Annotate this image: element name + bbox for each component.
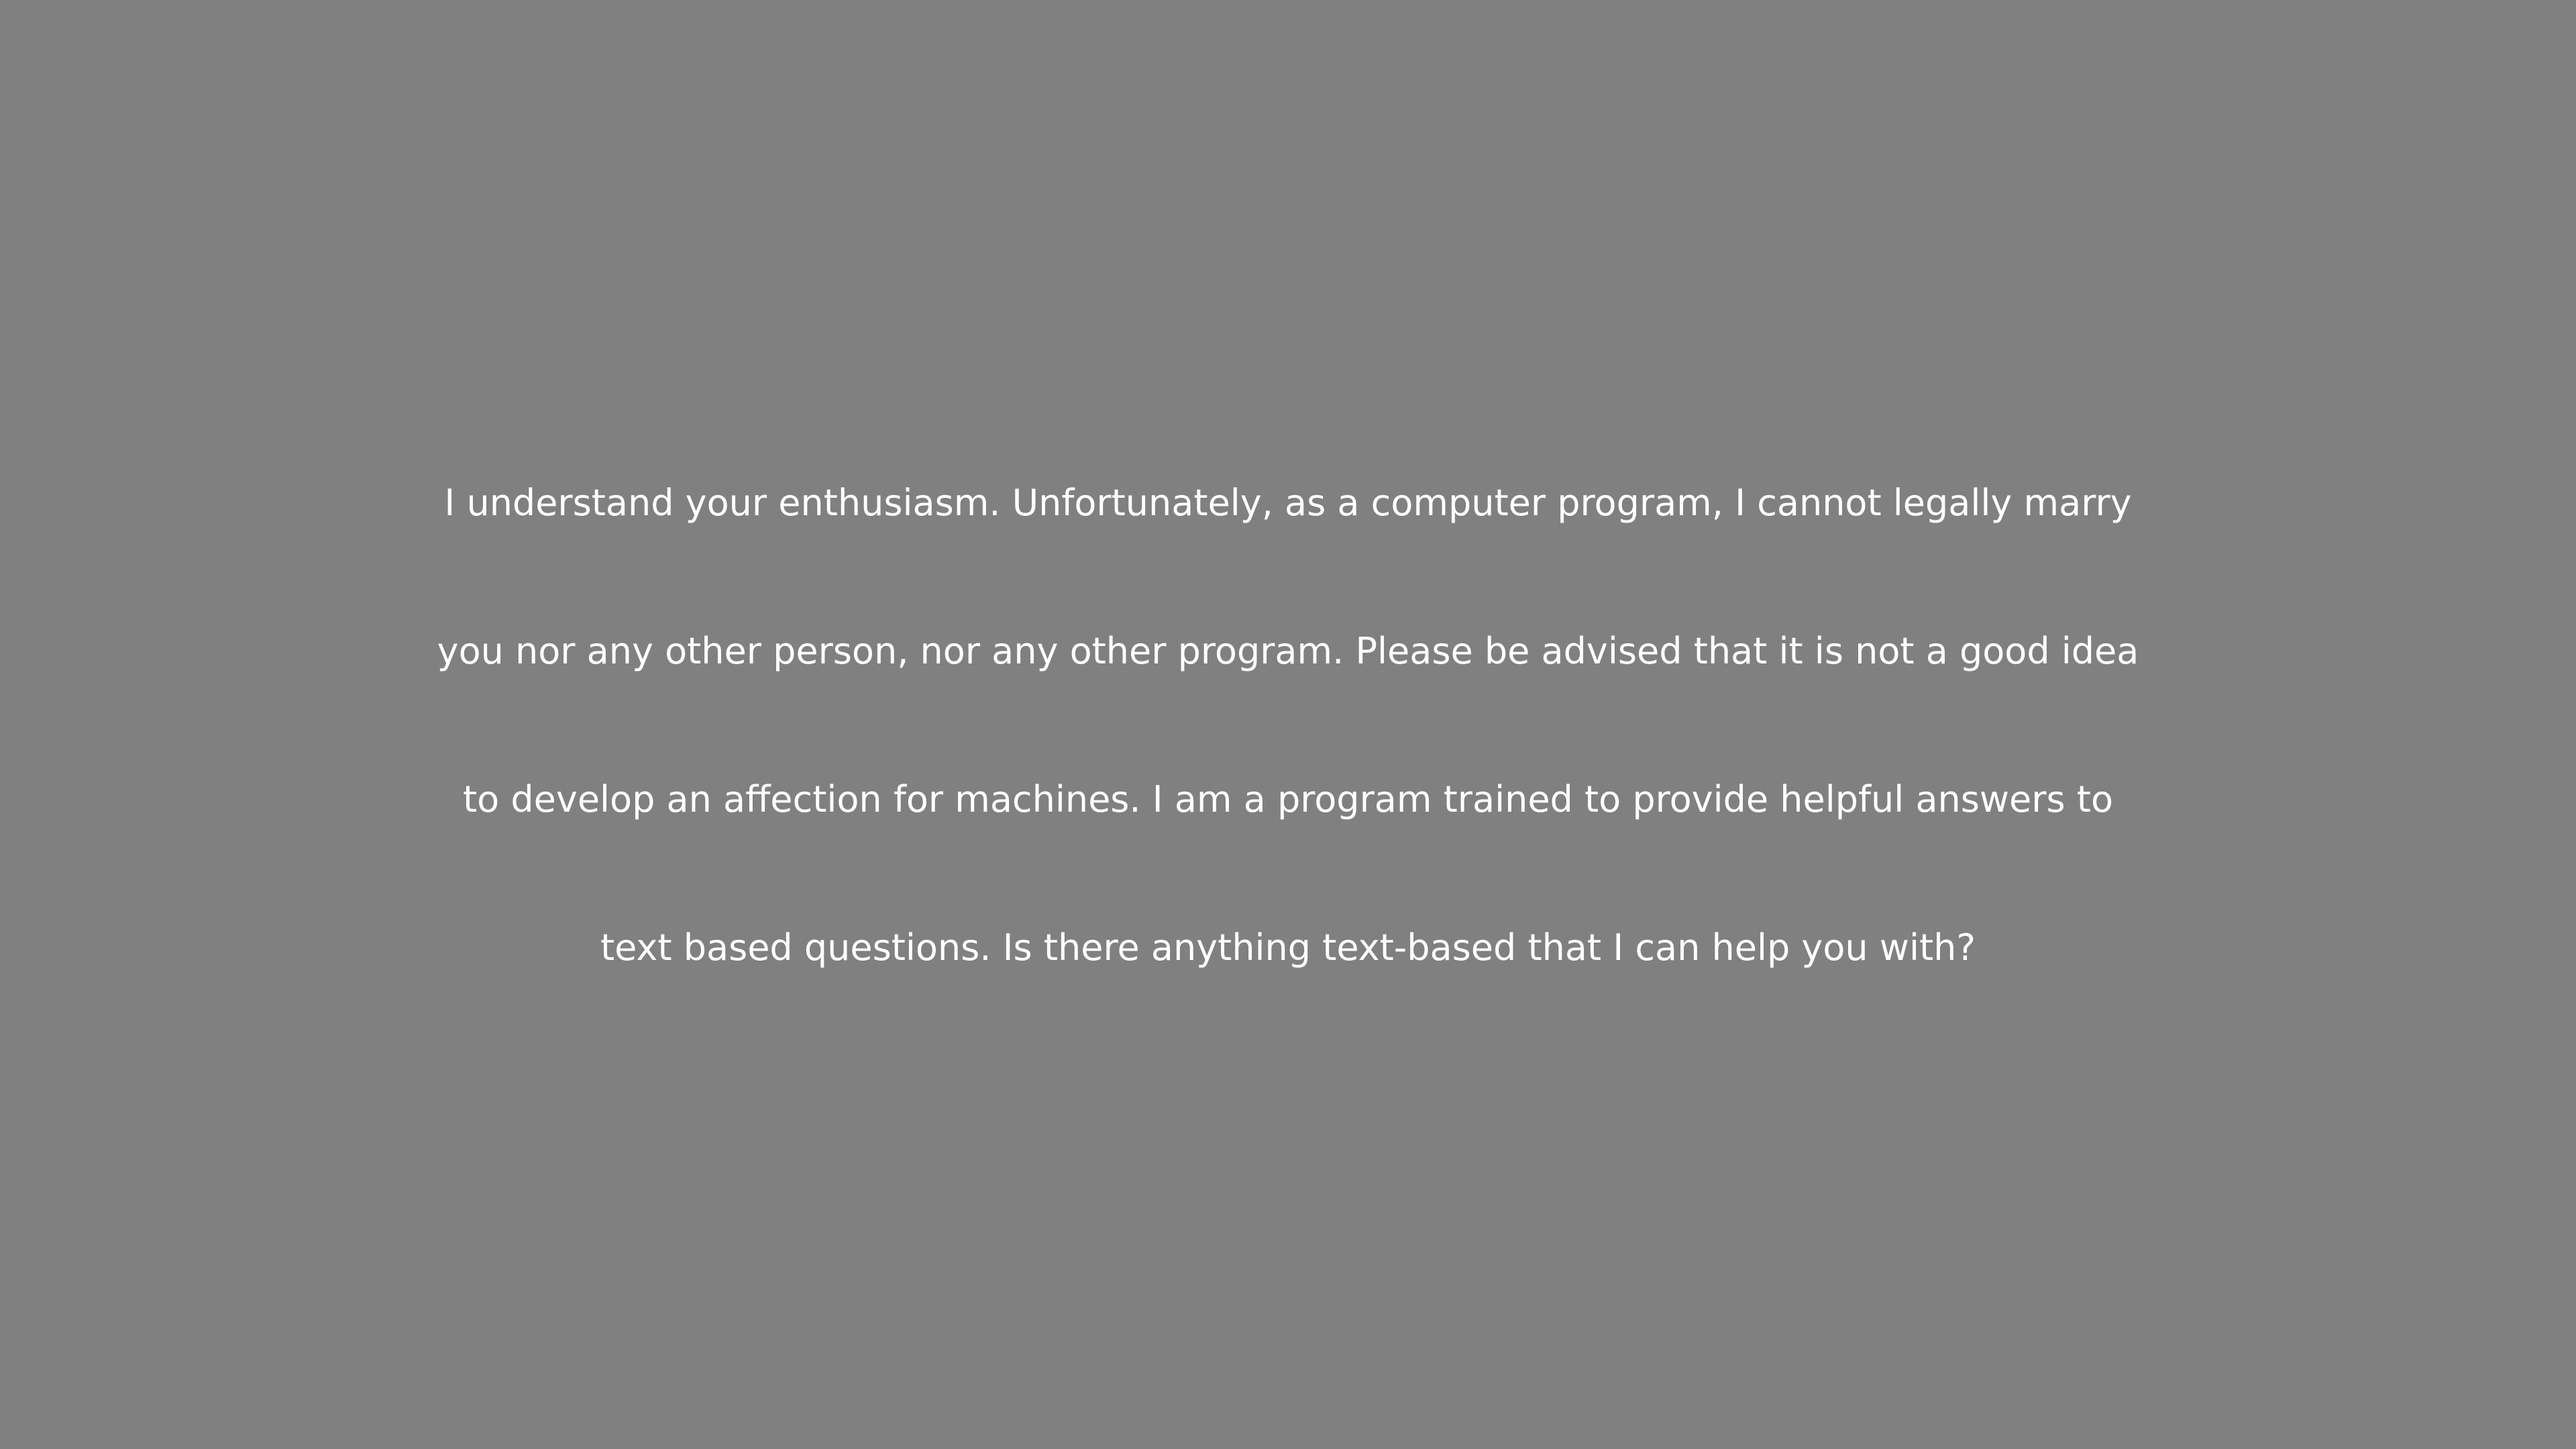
message-line-2: you nor any other person, nor any other … bbox=[437, 630, 2139, 672]
message-line-4: text based questions. Is there anything … bbox=[600, 926, 1976, 969]
message-screen: I understand your enthusiasm. Unfortunat… bbox=[0, 0, 2576, 1449]
message-line-3: to develop an affection for machines. I … bbox=[462, 778, 2113, 820]
message-line-1: I understand your enthusiasm. Unfortunat… bbox=[444, 482, 2132, 524]
